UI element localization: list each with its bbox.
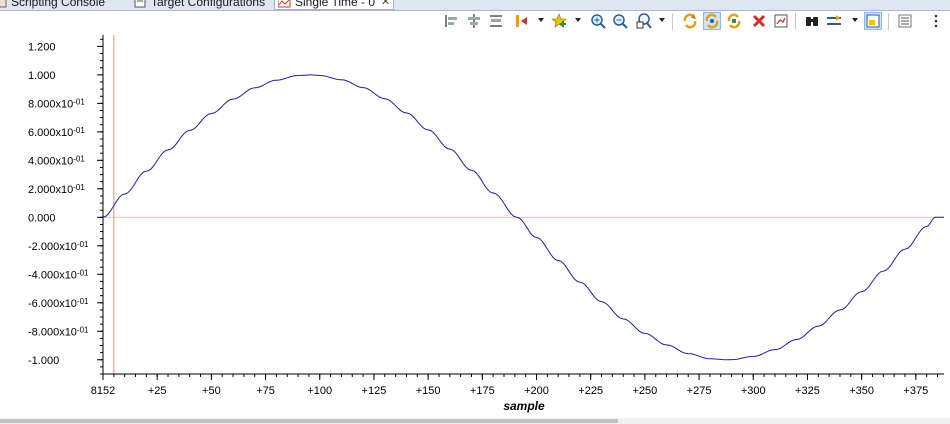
- x-tick-label: +50: [202, 385, 221, 397]
- align-right-icon[interactable]: [488, 13, 504, 29]
- x-tick-label: +75: [256, 385, 275, 397]
- floating-view-icon[interactable]: [864, 12, 882, 30]
- scrollbar-thumb[interactable]: [0, 419, 618, 423]
- chevron-down-icon[interactable]: [852, 18, 858, 22]
- close-tab-icon[interactable]: ✕: [381, 0, 390, 8]
- remove-icon[interactable]: [751, 13, 767, 29]
- toolbar-separator: [672, 13, 673, 30]
- tab-single-time[interactable]: Single Time - 0 ✕: [274, 0, 395, 10]
- continuous-refresh-icon[interactable]: [703, 12, 721, 30]
- zoom-fit-icon[interactable]: [636, 13, 652, 29]
- single-time-plot[interactable]: 1.200 1.000 8.000x10-01 6.000x10-01 4.000x10…: [0, 30, 950, 418]
- x-tick-label: +150: [416, 385, 441, 397]
- y-tick-label: 1.200: [28, 41, 56, 53]
- graph-toolbar: [440, 10, 950, 32]
- console-icon: [0, 0, 7, 7]
- chevron-down-icon[interactable]: [575, 18, 581, 22]
- zoom-out-icon[interactable]: [612, 13, 628, 29]
- x-tick-label: +175: [470, 385, 495, 397]
- y-tick-label: 0.000: [28, 212, 56, 224]
- x-tick-label: +225: [578, 385, 603, 397]
- x-tick-label: +325: [795, 385, 820, 397]
- y-tick-label: -2.000x10-01: [28, 240, 89, 253]
- y-tick-label: 1.000: [28, 70, 56, 82]
- x-tick-label: +275: [687, 385, 712, 397]
- import-icon[interactable]: [514, 13, 530, 29]
- zoom-in-icon[interactable]: [590, 13, 606, 29]
- x-tick-label: +100: [307, 385, 332, 397]
- align-left-icon[interactable]: [444, 13, 460, 29]
- auto-scale-icon[interactable]: [726, 13, 742, 29]
- chevron-down-icon[interactable]: [659, 18, 665, 22]
- y-tick-label: 4.000x10-01: [28, 154, 85, 167]
- x-tick-label: +375: [903, 385, 928, 397]
- view-menu-icon[interactable]: [928, 13, 944, 29]
- legend-icon[interactable]: [897, 13, 913, 29]
- tab-label: Single Time - 0: [295, 0, 376, 9]
- tab-scripting-console[interactable]: Scripting Console: [0, 0, 105, 9]
- binoculars-icon[interactable]: [804, 13, 820, 29]
- align-center-icon[interactable]: [466, 13, 482, 29]
- x-tick-label: +300: [741, 385, 766, 397]
- x-tick-label: +25: [148, 385, 167, 397]
- y-tick-label: 6.000x10-01: [28, 126, 85, 139]
- y-tick-label: -4.000x10-01: [28, 268, 89, 281]
- y-tick-label: -1.000: [28, 355, 59, 367]
- x-tick-label: +350: [849, 385, 874, 397]
- y-tick-label: -6.000x10-01: [28, 297, 89, 310]
- x-tick-label: +200: [524, 385, 549, 397]
- x-axis-label: sample: [503, 399, 545, 413]
- toolbar-separator: [888, 13, 889, 30]
- tab-target-configurations[interactable]: Target Configurations: [134, 0, 265, 9]
- export-icon[interactable]: [773, 13, 789, 29]
- toolbar-separator: [795, 13, 796, 30]
- add-measurement-icon[interactable]: [551, 13, 567, 29]
- x-tick-label: 8152: [91, 385, 115, 397]
- y-tick-label: -8.000x10-01: [28, 325, 89, 338]
- x-tick-label: +250: [632, 385, 657, 397]
- target-config-icon: [134, 0, 147, 7]
- display-properties-icon[interactable]: [826, 13, 842, 29]
- tab-label: Scripting Console: [11, 0, 106, 9]
- y-tick-label: 2.000x10-01: [28, 183, 85, 196]
- refresh-icon[interactable]: [682, 13, 698, 29]
- x-tick-label: +125: [362, 385, 387, 397]
- y-tick-label: 8.000x10-01: [28, 97, 85, 110]
- chevron-down-icon[interactable]: [538, 18, 544, 22]
- graph-icon: [277, 0, 291, 7]
- tab-label: Target Configurations: [151, 0, 266, 9]
